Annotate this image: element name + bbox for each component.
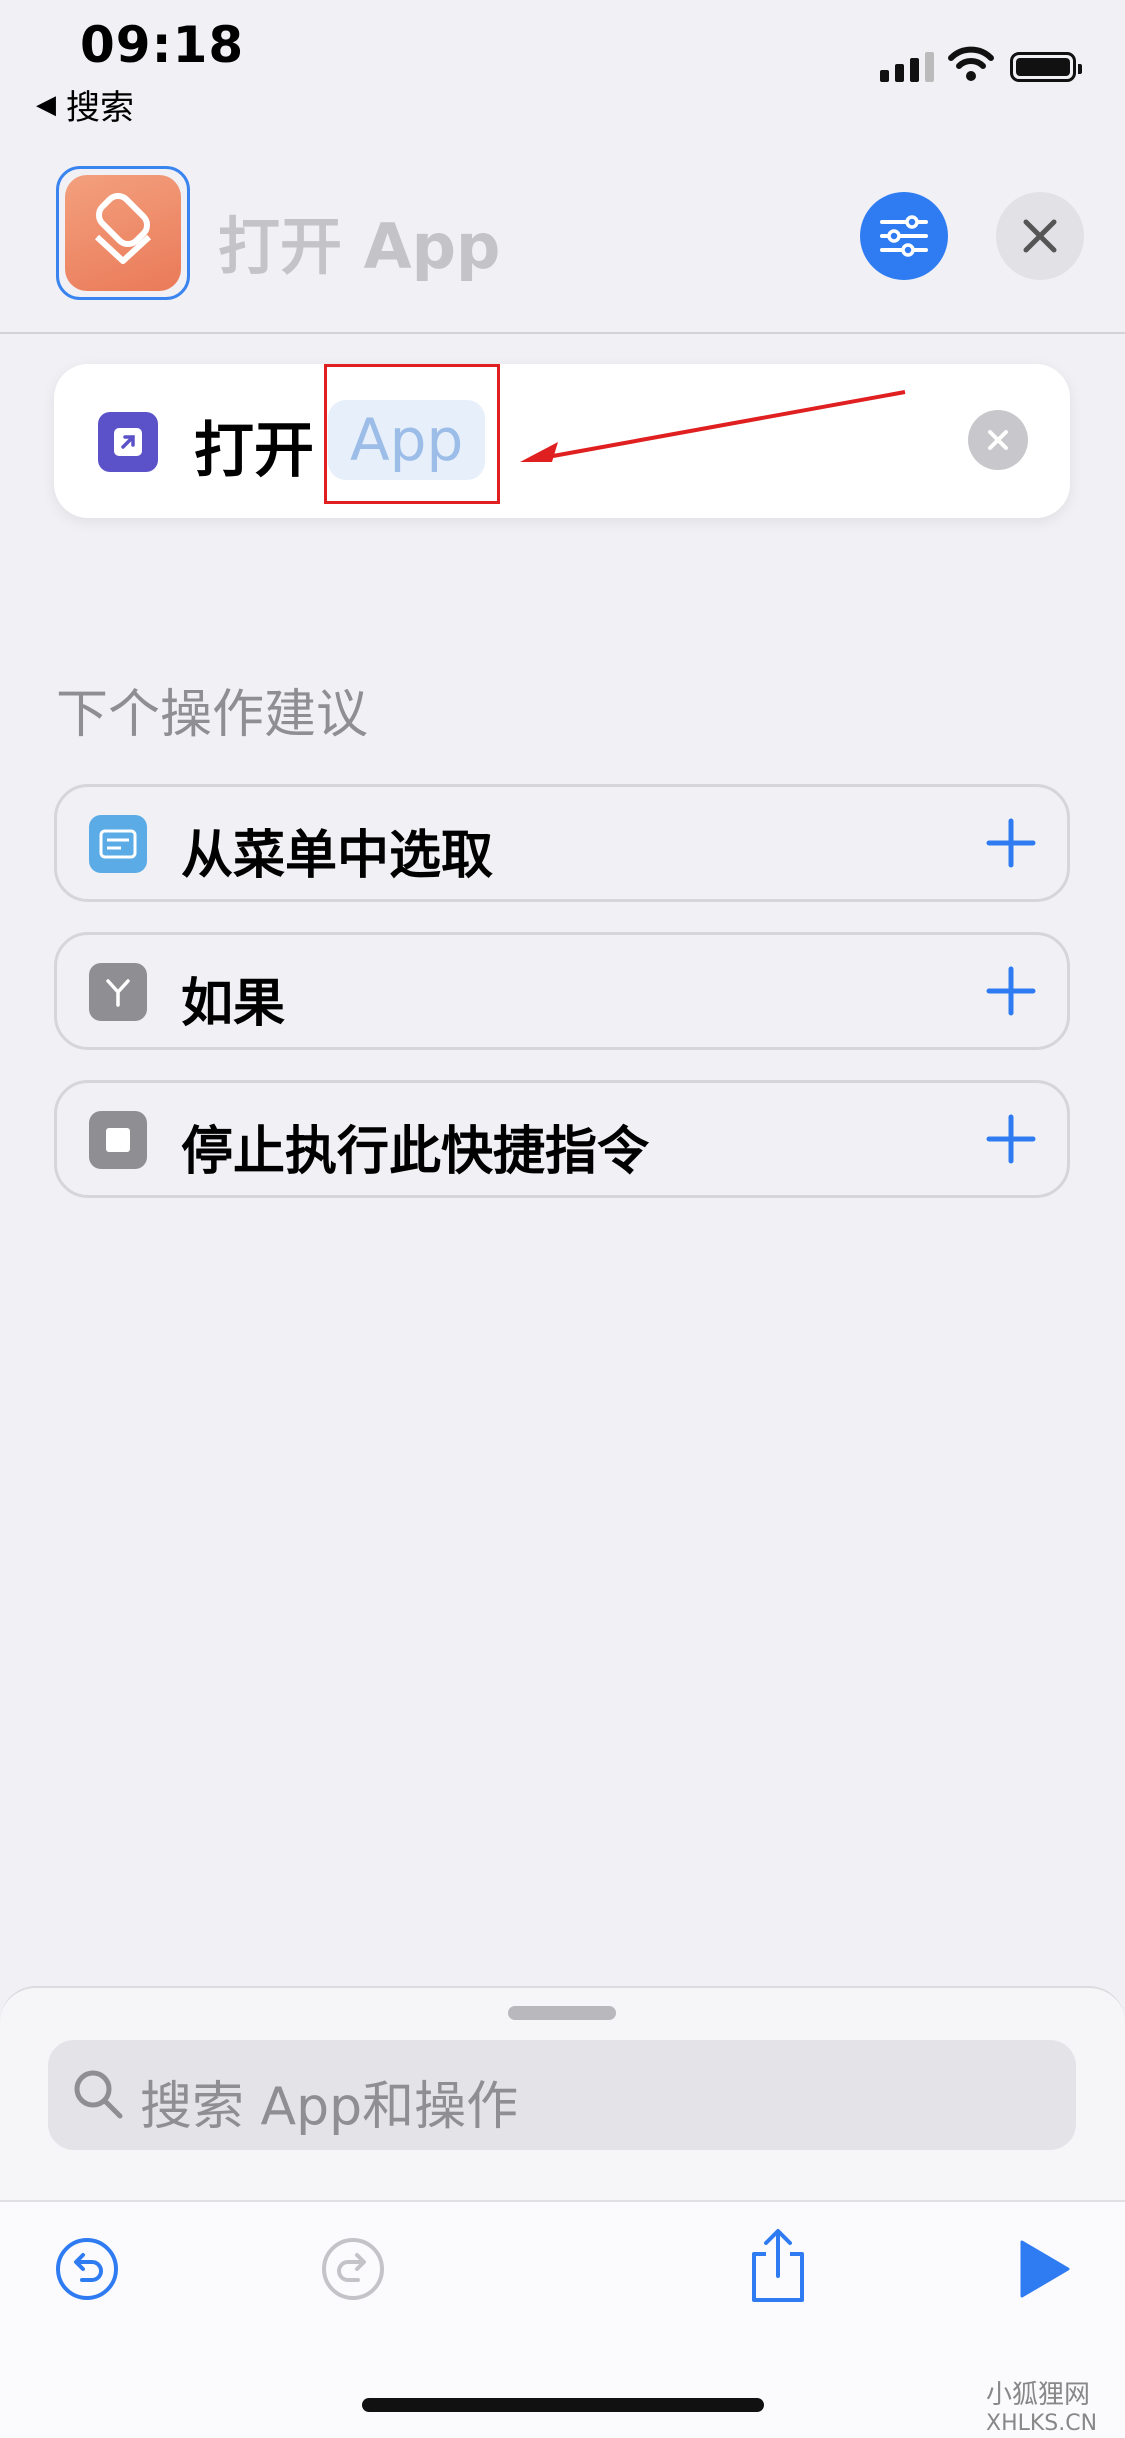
shortcuts-app-icon (65, 175, 181, 291)
search-placeholder: 搜索 App和操作 (140, 2077, 519, 2137)
annotation-arrow (520, 390, 906, 462)
suggestion-row[interactable]: 如果 (54, 932, 1070, 1050)
suggestion-label: 从菜单中选取 (181, 826, 494, 886)
close-icon (1023, 219, 1057, 253)
clear-icon (988, 430, 1008, 450)
stop-icon (89, 1111, 147, 1169)
suggestion-label: 如果 (181, 974, 286, 1034)
home-indicator (362, 2398, 764, 2412)
suggestion-row[interactable]: 停止执行此快捷指令 (54, 1080, 1070, 1198)
add-icon[interactable] (983, 963, 1039, 1019)
settings-button[interactable] (860, 192, 948, 280)
undo-icon[interactable] (54, 2236, 120, 2302)
add-icon[interactable] (983, 1111, 1039, 1167)
add-icon[interactable] (983, 815, 1039, 871)
shortcut-icon-button[interactable] (56, 166, 190, 300)
watermark: 小狐狸网 XHLKS.CN (986, 2374, 1097, 2436)
back-label: 搜索 (66, 88, 134, 128)
sheet-grabber[interactable] (508, 2006, 616, 2020)
annotation-highlight-box (324, 364, 500, 504)
back-to-search[interactable]: ◀ 搜索 (36, 80, 134, 129)
back-triangle-icon: ◀ (36, 89, 56, 120)
share-icon[interactable] (746, 2226, 810, 2306)
status-time: 09:18 (80, 16, 245, 74)
watermark-en: XHLKS.CN (986, 2411, 1098, 2436)
close-button[interactable] (996, 192, 1084, 280)
suggestion-row[interactable]: 从菜单中选取 (54, 784, 1070, 902)
branch-icon (89, 963, 147, 1021)
suggestions-heading: 下个操作建议 (56, 685, 369, 745)
cellular-signal-icon (880, 52, 934, 82)
action-verb: 打开 (194, 416, 314, 486)
wifi-icon (948, 46, 994, 81)
battery-icon (1010, 52, 1082, 82)
suggestion-label: 停止执行此快捷指令 (181, 1122, 650, 1182)
menu-list-icon (89, 815, 147, 873)
open-app-icon (98, 412, 158, 472)
remove-action-button[interactable] (968, 410, 1028, 470)
header-divider (0, 332, 1125, 334)
search-icon (74, 2070, 123, 2119)
redo-icon[interactable] (320, 2236, 386, 2302)
search-input[interactable]: 搜索 App和操作 (48, 2040, 1076, 2150)
shortcut-title[interactable]: 打开 App (218, 196, 500, 286)
sliders-icon (880, 215, 928, 257)
watermark-cn: 小狐狸网 (986, 2380, 1091, 2410)
run-play-icon[interactable] (1016, 2238, 1072, 2300)
